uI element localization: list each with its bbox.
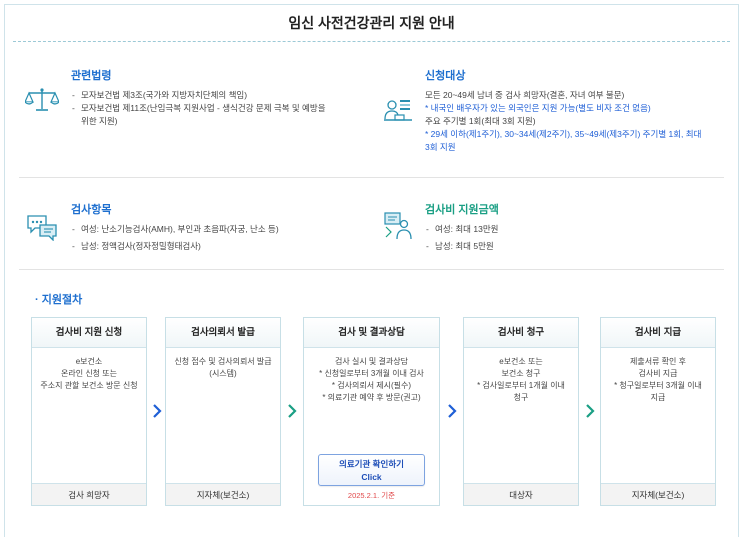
step-head: 검사의뢰서 발급 xyxy=(166,318,280,348)
step-foot: 지자체(보건소) xyxy=(601,483,715,505)
step-line: * 청구일로부터 3개월 이내 xyxy=(614,381,702,390)
page-title: 임신 사전건강관리 지원 안내 xyxy=(288,15,455,31)
amount-heading: 검사비 지원금액 xyxy=(425,204,499,216)
items-section: 검사항목 여성: 난소기능검사(AMH), 부인과 초음파(자궁, 난소 등) … xyxy=(71,201,371,253)
target-section: 신청대상 모든 20~49세 남녀 중 검사 희망자(결혼, 자녀 여부 불문)… xyxy=(425,67,730,154)
amount-item: 남성: 최대 5만원 xyxy=(425,240,725,253)
amount-item: 여성: 최대 13만원 xyxy=(425,223,725,236)
laws-item: 모자보건법 제3조(국가와 지방자치단체의 책임) xyxy=(71,89,371,102)
chevron-right-icon xyxy=(446,403,458,419)
chevron-right-icon xyxy=(286,403,298,419)
step-line: e보건소 또는 xyxy=(499,357,543,366)
step-line: 보건소 청구 xyxy=(501,369,541,378)
chat-bubbles-icon xyxy=(26,213,58,241)
step-head: 검사비 지급 xyxy=(601,318,715,348)
step-apply: 검사비 지원 신청 e보건소 온라인 신청 또는 주소지 관할 보건소 방문 신… xyxy=(31,317,147,506)
hospital-check-label: 의료기관 확인하기 xyxy=(339,459,404,469)
target-heading: 신청대상 xyxy=(425,70,466,82)
target-line: 주요 주기별 1회(최대 3회 지원) xyxy=(425,116,536,126)
step-line: 신청 접수 및 검사의뢰서 발급 xyxy=(174,357,272,366)
items-item: 여성: 난소기능검사(AMH), 부인과 초음파(자궁, 난소 등) xyxy=(71,223,371,236)
step-head: 검사비 청구 xyxy=(464,318,578,348)
section-divider xyxy=(19,177,724,178)
items-item: 남성: 정액검사(정자정밀형태검사) xyxy=(71,240,371,253)
consult-icon xyxy=(383,211,413,241)
step-line: 지급 xyxy=(650,393,666,402)
step-line: 온라인 신청 또는 xyxy=(61,369,117,378)
laws-item: 모자보건법 제11조(난임극복 지원사업 - 생식건강 문제 극복 및 예방을 xyxy=(71,102,371,115)
amount-section: 검사비 지원금액 여성: 최대 13만원 남성: 최대 5만원 xyxy=(425,201,725,253)
target-line: 모든 20~49세 남녀 중 검사 희망자(결혼, 자녀 여부 불문) xyxy=(425,90,625,100)
step-line: 검사 실시 및 결과상담 xyxy=(335,357,408,366)
step-line: 검사비 지급 xyxy=(638,369,678,378)
date-note: 2025.2.1. 기준 xyxy=(347,491,396,500)
step-claim: 검사비 청구 e보건소 또는 보건소 청구 * 검사일로부터 1개월 이내 청구… xyxy=(463,317,579,506)
section-divider xyxy=(19,269,724,270)
step-line: 주소지 관할 보건소 방문 신청 xyxy=(40,381,138,390)
step-head: 검사비 지원 신청 xyxy=(32,318,146,348)
step-line: 청구 xyxy=(513,393,529,402)
laws-section: 관련법령 모자보건법 제3조(국가와 지방자치단체의 책임) 모자보건법 제11… xyxy=(71,67,371,128)
chevron-right-icon xyxy=(151,403,163,419)
info-panel: 임신 사전건강관리 지원 안내 관련법령 모자보건법 제3조(국가와 지방자치단… xyxy=(4,4,739,537)
step-exam: 검사 및 결과상담 검사 실시 및 결과상담 * 신청일로부터 3개월 이내 검… xyxy=(303,317,440,506)
hospital-check-click: Click xyxy=(361,472,382,482)
person-desk-icon xyxy=(383,97,413,125)
step-line: 제출서류 확인 후 xyxy=(630,357,686,366)
title-divider xyxy=(13,41,730,42)
step-line: e보건소 xyxy=(75,357,103,366)
step-line: * 검사의뢰서 제시(필수) xyxy=(331,381,412,390)
laws-heading: 관련법령 xyxy=(71,70,112,82)
items-heading: 검사항목 xyxy=(71,204,112,216)
laws-item-cont: 위한 지원) xyxy=(81,116,118,126)
target-note: * 29세 이하(제1주기), 30~34세(제2주기), 35~49세(제3주… xyxy=(425,129,702,139)
target-note-cont: 3회 지원 xyxy=(425,142,456,152)
step-line: * 검사일로부터 1개월 이내 xyxy=(477,381,565,390)
step-line: * 의료기관 예약 후 방문(권고) xyxy=(322,393,421,402)
target-note: * 내국인 배우자가 있는 외국인은 지원 가능(별도 비자 조건 없음) xyxy=(425,103,651,113)
step-line: (시스템) xyxy=(209,369,237,378)
scales-icon xyxy=(25,87,59,113)
procedure-title: · 지원절차 xyxy=(35,294,83,306)
step-line: * 신청일로부터 3개월 이내 검사 xyxy=(319,369,424,378)
step-head: 검사 및 결과상담 xyxy=(304,318,439,348)
step-foot: 대상자 xyxy=(464,483,578,505)
hospital-check-button[interactable]: 의료기관 확인하기 Click xyxy=(318,454,425,486)
chevron-right-icon xyxy=(584,403,596,419)
step-payment: 검사비 지급 제출서류 확인 후 검사비 지급 * 청구일로부터 3개월 이내 … xyxy=(600,317,716,506)
step-foot: 검사 희망자 xyxy=(32,483,146,505)
step-referral: 검사의뢰서 발급 신청 접수 및 검사의뢰서 발급 (시스템) 지자체(보건소) xyxy=(165,317,281,506)
step-foot: 지자체(보건소) xyxy=(166,483,280,505)
